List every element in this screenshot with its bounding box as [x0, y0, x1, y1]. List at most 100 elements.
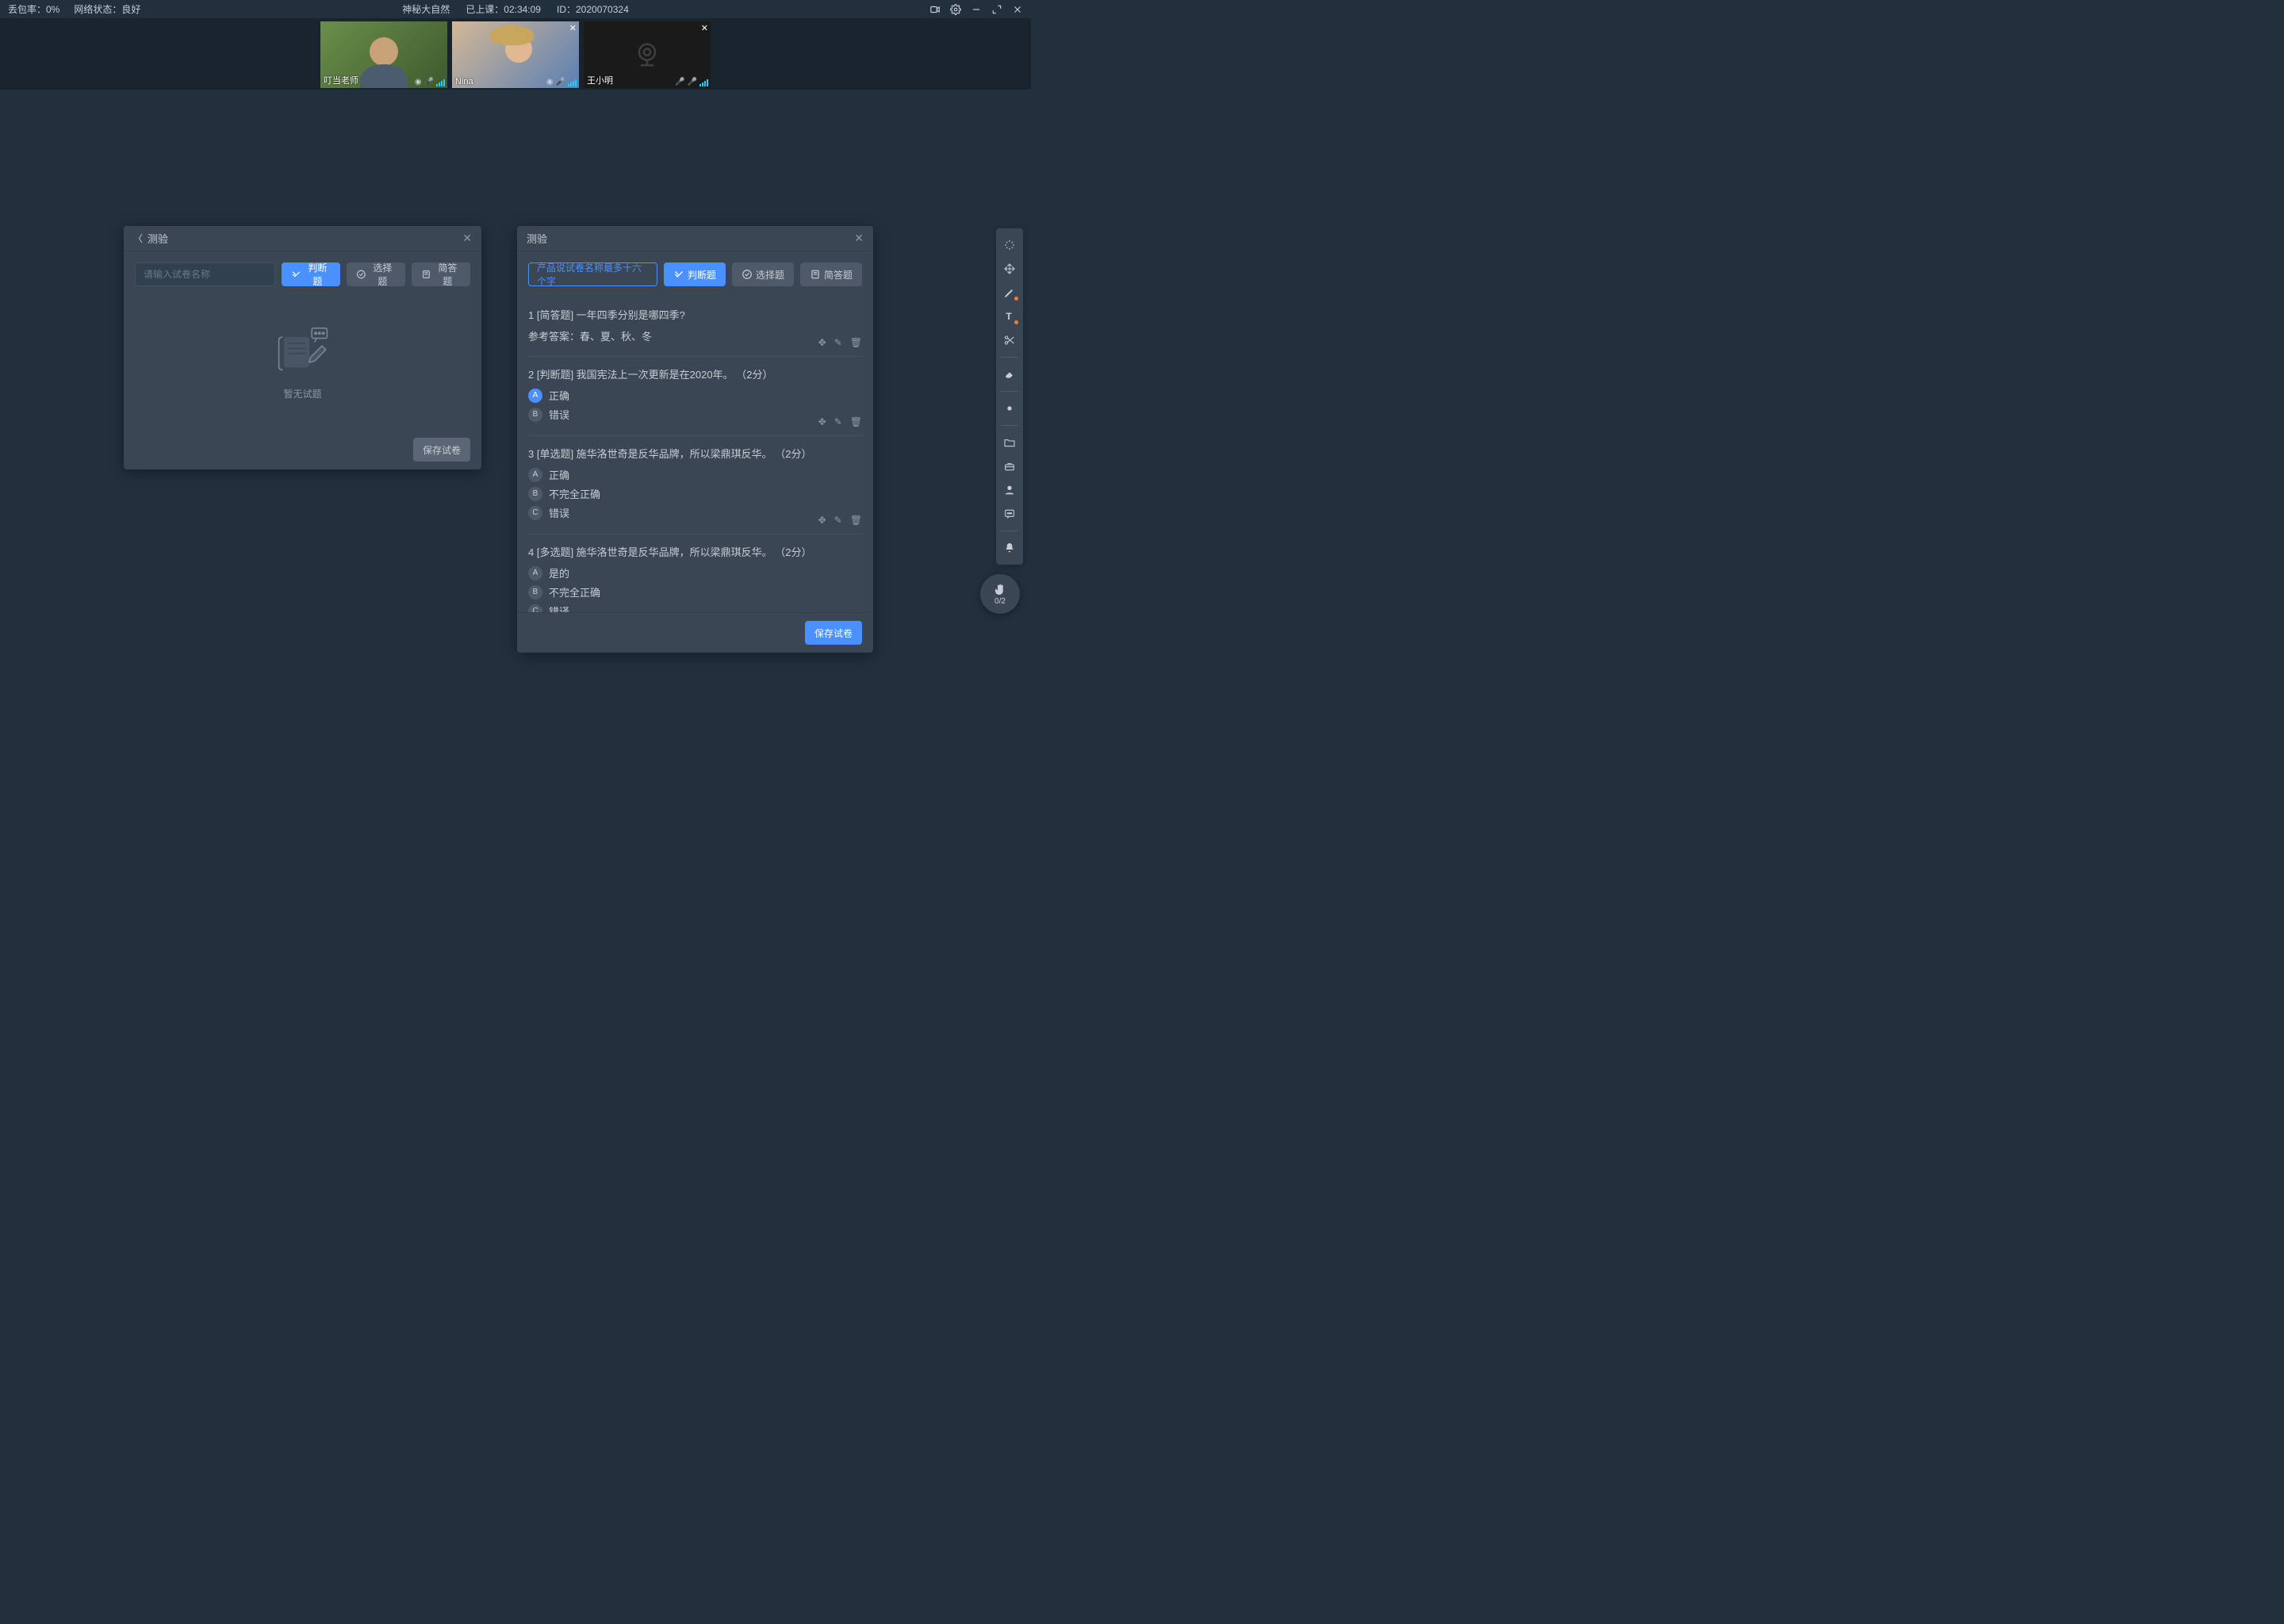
- move-icon[interactable]: ✥: [818, 337, 826, 348]
- panel-footer: 保存试卷: [124, 430, 481, 469]
- signal-icon: [699, 79, 708, 86]
- top-left: 丢包率：0% 网络状态：良好: [8, 2, 140, 16]
- delete-icon[interactable]: 🗑: [850, 416, 862, 427]
- hand-count: 0/2: [994, 597, 1006, 606]
- close-icon[interactable]: ✕: [854, 232, 864, 245]
- quiz-name-input[interactable]: [135, 262, 275, 286]
- choice-button[interactable]: 选择题: [347, 262, 405, 286]
- option-text: 不完全正确: [549, 584, 600, 599]
- choice-button[interactable]: 选择题: [732, 262, 794, 286]
- option-letter: A: [528, 468, 542, 482]
- top-bar: 丢包率：0% 网络状态：良好 神秘大自然 已上课：02:34:09 ID：202…: [0, 0, 1031, 18]
- option[interactable]: C 错误: [528, 505, 862, 520]
- option-text: 正确: [549, 467, 569, 482]
- move-icon[interactable]: ✥: [818, 416, 826, 427]
- option[interactable]: A 正确: [528, 467, 862, 482]
- option-text: 错误: [549, 407, 569, 422]
- top-center: 神秘大自然 已上课：02:34:09 ID：2020070324: [402, 2, 629, 16]
- option[interactable]: C错译: [528, 603, 862, 612]
- question-title: 1 [简答题] 一年四季分别是哪四季?: [528, 307, 862, 322]
- option-text: 是的: [549, 565, 569, 580]
- main-content: 〈 测验 ✕ 判断题 选择题 简答题: [0, 90, 1031, 733]
- edit-icon[interactable]: ✎: [834, 515, 842, 526]
- mic-muted-icon: 🎤: [675, 78, 684, 86]
- record-icon[interactable]: [929, 4, 941, 15]
- quiz-toolbar: 判断题 选择题 简答题: [135, 262, 470, 286]
- bell-tool-icon[interactable]: [999, 538, 1020, 558]
- option[interactable]: B不完全正确: [528, 584, 862, 599]
- cursor-tool-icon[interactable]: [999, 235, 1020, 255]
- option[interactable]: B 错误: [528, 407, 862, 422]
- option[interactable]: A 正确: [528, 388, 862, 403]
- tf-button[interactable]: 判断题: [282, 262, 340, 286]
- save-quiz-button[interactable]: 保存试卷: [413, 438, 470, 462]
- tile-name: 王小明: [587, 74, 613, 86]
- close-icon[interactable]: [1012, 4, 1023, 15]
- pen-tool-icon[interactable]: [999, 282, 1020, 303]
- folder-tool-icon[interactable]: [999, 432, 1020, 453]
- edit-icon[interactable]: ✎: [834, 337, 842, 348]
- back-icon[interactable]: 〈: [133, 232, 143, 245]
- move-tool-icon[interactable]: [999, 259, 1020, 279]
- tile-close-icon[interactable]: ✕: [569, 23, 577, 33]
- eraser-tool-icon[interactable]: [999, 364, 1020, 385]
- close-icon[interactable]: ✕: [462, 232, 472, 245]
- option-text: 不完全正确: [549, 486, 600, 501]
- panel-title: 测验: [148, 231, 168, 246]
- option-letter: A: [528, 389, 542, 403]
- option-text: 正确: [549, 388, 569, 403]
- tf-button[interactable]: 判断题: [664, 262, 726, 286]
- text-tool-icon[interactable]: T: [999, 306, 1020, 327]
- option-letter: A: [528, 566, 542, 580]
- option-letter: B: [528, 408, 542, 422]
- mic-icon: 🎤: [556, 78, 565, 86]
- camera-icon: ◉: [415, 78, 422, 86]
- question: 2 [判断题] 我国宪法上一次更新是在2020年。 （2分） A 正确 B 错误 ✥ ✎ 🗑: [528, 357, 862, 436]
- packet-loss: 丢包率：0%: [8, 2, 59, 16]
- question-actions: ✥ ✎ 🗑: [818, 515, 862, 526]
- panel-title: 测验: [527, 231, 547, 246]
- question-title: 3 [单选题] 施华洛世奇是反华品牌，所以梁鼎琪反华。 （2分）: [528, 446, 862, 461]
- session-id: ID：2020070324: [557, 2, 629, 16]
- option[interactable]: B 不完全正确: [528, 486, 862, 501]
- tile-name: Nina: [455, 77, 473, 86]
- option-letter: C: [528, 506, 542, 520]
- panel-footer: 保存试卷: [517, 612, 873, 653]
- delete-icon[interactable]: 🗑: [850, 515, 862, 526]
- option-letter: B: [528, 487, 542, 501]
- short-answer-button[interactable]: 简答题: [800, 262, 862, 286]
- panel-body: 产品说试卷名称最多十六个字 判断题 选择题 简答题 1 [简答题] 一年四季分别…: [517, 251, 873, 612]
- quiz-toolbar: 产品说试卷名称最多十六个字 判断题 选择题 简答题: [528, 262, 862, 286]
- delete-icon[interactable]: 🗑: [850, 337, 862, 348]
- tile-close-icon[interactable]: ✕: [701, 23, 708, 33]
- question-title: 2 [判断题] 我国宪法上一次更新是在2020年。 （2分）: [528, 366, 862, 381]
- video-tile-student[interactable]: ✕ 王小明 🎤 🎤: [584, 21, 711, 88]
- save-quiz-button[interactable]: 保存试卷: [805, 621, 862, 645]
- move-icon[interactable]: ✥: [818, 515, 826, 526]
- empty-text: 暂无试题: [283, 387, 321, 400]
- user-tool-icon[interactable]: [999, 480, 1020, 500]
- class-time: 已上课：02:34:09: [466, 2, 541, 16]
- gear-icon[interactable]: [950, 4, 961, 15]
- short-answer-button[interactable]: 简答题: [412, 262, 470, 286]
- edit-icon[interactable]: ✎: [834, 416, 842, 427]
- raise-hand-button[interactable]: 0/2: [980, 574, 1020, 614]
- minimize-icon[interactable]: [971, 4, 982, 15]
- empty-state: 暂无试题: [135, 297, 470, 424]
- question-actions: ✥ ✎ 🗑: [818, 337, 862, 348]
- mic-icon: 🎤: [424, 78, 434, 86]
- signal-icon: [436, 79, 445, 86]
- reference-answer: 参考答案：春、夏、秋、冬: [528, 328, 862, 343]
- maximize-icon[interactable]: [991, 4, 1002, 15]
- video-tile-teacher[interactable]: 叮当老师 ◉ 🎤: [320, 21, 447, 88]
- chat-tool-icon[interactable]: [999, 504, 1020, 524]
- webcam-off-icon: [631, 39, 663, 71]
- tile-name: 叮当老师: [324, 74, 358, 86]
- toolbox-icon[interactable]: [999, 456, 1020, 477]
- quiz-name-input[interactable]: 产品说试卷名称最多十六个字: [528, 262, 657, 286]
- color-tool-icon[interactable]: [999, 398, 1020, 419]
- video-tile-student[interactable]: ✕ Nina ◉ 🎤: [452, 21, 579, 88]
- scissors-tool-icon[interactable]: [999, 330, 1020, 350]
- option[interactable]: A 是的: [528, 565, 862, 580]
- option-text: 错误: [549, 505, 569, 520]
